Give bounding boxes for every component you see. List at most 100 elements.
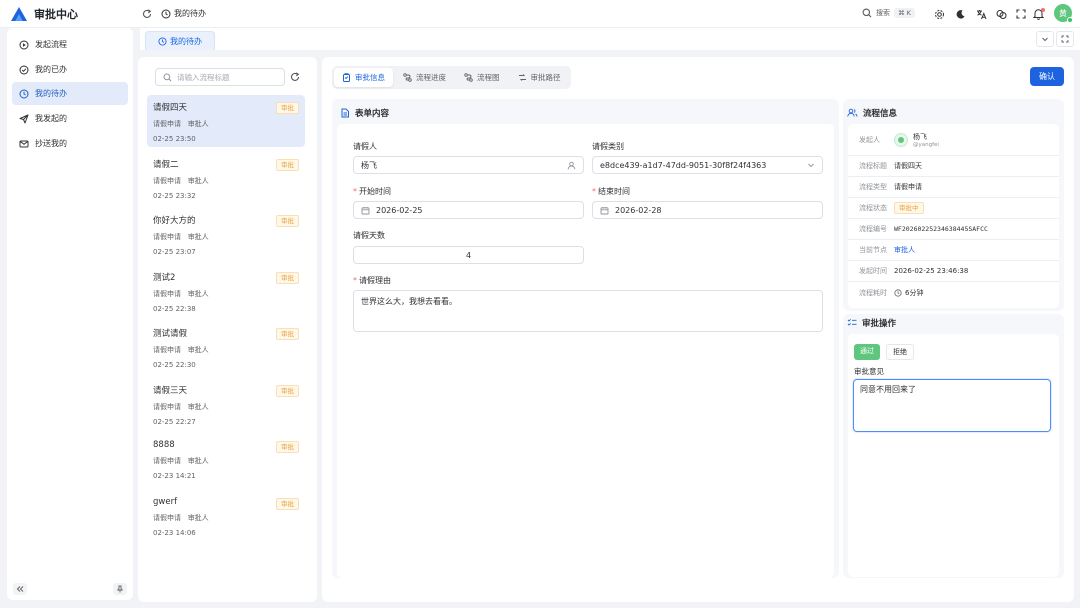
reason-value: 世界这么大，我想去看看。 [361, 297, 457, 306]
list-item[interactable]: 测试请假 请假申请 审批人 02-25 22:30 审批 [147, 321, 305, 373]
maximize-content-button[interactable] [1056, 31, 1074, 47]
info-value: 审批人 [894, 246, 915, 254]
tab-approval-path[interactable]: 审批路径 [510, 68, 569, 87]
applicant-field[interactable]: 杨飞 [353, 156, 584, 174]
pin-icon [116, 585, 124, 593]
opinion-label: 审批意见 [854, 367, 884, 376]
app-title: 审批中心 [34, 8, 78, 21]
tab-bar: 我的待办 [140, 28, 1080, 50]
opinion-textarea[interactable]: 同意不用回来了 [853, 379, 1051, 432]
search-input[interactable]: 请输入流程标题 [155, 68, 285, 86]
double-chevron-left-icon [16, 585, 24, 593]
search-trigger[interactable]: 搜索 ⌘ K [862, 8, 915, 18]
refresh-icon[interactable] [142, 9, 152, 19]
theme-palette-icon[interactable] [996, 9, 1007, 20]
end-time-label: 结束时间 [598, 187, 630, 196]
sidebar-item-todo[interactable]: 我的待办 [12, 82, 128, 105]
category-label: 请假类别 [592, 142, 624, 151]
todo-list-panel: 请输入流程标题 请假四天 请假申请 审批人 02-25 23:50 审批 请假二… [138, 57, 317, 602]
route-icon [464, 73, 473, 82]
status-badge: 审批 [276, 441, 299, 453]
list-item-time: 02-23 14:21 [153, 472, 196, 480]
list-item-role: 审批人 [187, 457, 209, 465]
info-value: 2026-02-25 23:46:38 [894, 267, 969, 275]
list-item[interactable]: 测试2 请假申请 审批人 02-25 22:38 审批 [147, 265, 305, 317]
tab-flow-chart[interactable]: 流程图 [456, 68, 508, 87]
list-item-type: 请假申请 [153, 346, 181, 354]
status-badge: 审批 [276, 102, 299, 114]
collapse-sidebar-button[interactable] [13, 583, 27, 595]
clock-icon [158, 36, 167, 46]
bell-icon[interactable] [1033, 8, 1045, 20]
search-icon [163, 72, 172, 82]
decision-toggle: 通过 拒绝 [854, 344, 914, 360]
list-item-type: 请假申请 [153, 177, 181, 185]
top-bar: 审批中心 我的待办 搜索 ⌘ K 黄 [0, 0, 1080, 28]
tab-flow-progress[interactable]: 流程进度 [395, 68, 454, 87]
tab-approval-info[interactable]: 审批信息 [334, 68, 393, 87]
tab-my-todo[interactable]: 我的待办 [145, 31, 215, 50]
route-icon [403, 73, 412, 82]
translate-icon[interactable] [976, 9, 987, 20]
reject-button[interactable]: 拒绝 [886, 344, 914, 360]
avatar[interactable]: 黄 [1054, 4, 1073, 23]
settings-icon[interactable] [934, 9, 945, 20]
status-badge: 审批中 [894, 202, 924, 214]
confirm-button[interactable]: 确认 [1030, 67, 1064, 86]
send-icon [19, 114, 29, 124]
clock-icon [894, 288, 902, 297]
status-badge: 审批 [276, 272, 299, 284]
sidebar-item-label: 抄送我的 [35, 139, 67, 148]
category-select[interactable]: e8dce439-a1d7-47dd-9051-30f8f24f4363 [592, 156, 823, 174]
tab-dropdown-button[interactable] [1036, 31, 1054, 47]
form-section: 表单内容 请假人 杨飞 请假类别 e8dce439-a1d7-47dd-9051… [332, 99, 839, 578]
detail-panel: 审批信息 流程进度 流程图 审批路径 确认 表单内容 请假人 杨飞 请假类别 e… [322, 57, 1074, 602]
pass-button[interactable]: 通过 [854, 344, 880, 360]
sidebar-item-cc[interactable]: 抄送我的 [12, 132, 128, 155]
sidebar-item-start-process[interactable]: 发起流程 [12, 33, 128, 56]
list-item[interactable]: 你好大方的 请假申请 审批人 02-25 23:07 审批 [147, 208, 305, 260]
users-icon [847, 108, 858, 118]
breadcrumb-current: 我的待办 [174, 9, 206, 18]
list-item-time: 02-25 22:27 [153, 418, 196, 426]
list-item-meta: 请假申请 审批人 [153, 232, 299, 242]
end-date-picker[interactable]: 2026-02-28 [592, 201, 823, 219]
list-item[interactable]: 请假二 请假申请 审批人 02-25 23:32 审批 [147, 152, 305, 204]
fullscreen-icon[interactable] [1016, 9, 1026, 19]
approval-header: 审批操作 [847, 317, 896, 329]
list-item-type: 请假申请 [153, 403, 181, 411]
list-item-role: 审批人 [187, 177, 209, 185]
days-label: 请假天数 [353, 231, 385, 240]
info-key: 流程耗时 [859, 288, 887, 297]
app-logo[interactable]: 审批中心 [10, 4, 78, 24]
sidebar-item-done[interactable]: 我的已办 [12, 58, 128, 81]
days-input[interactable]: 4 [353, 246, 584, 264]
list-item-time: 02-25 23:32 [153, 192, 196, 200]
start-date-picker[interactable]: 2026-02-25 [353, 201, 584, 219]
sidebar-item-initiated[interactable]: 我发起的 [12, 107, 128, 130]
reason-textarea[interactable]: 世界这么大，我想去看看。 [353, 290, 823, 332]
list-item-meta: 请假申请 审批人 [153, 456, 299, 466]
info-key: 发起时间 [859, 267, 887, 275]
expand-icon [1061, 35, 1069, 43]
list-item[interactable]: gwerf 请假申请 审批人 02-23 14:06 审批 [147, 491, 305, 543]
refresh-list-icon[interactable] [290, 72, 300, 82]
list-item[interactable]: 请假四天 请假申请 审批人 02-25 23:50 审批 [147, 95, 305, 147]
info-row-type: 流程类型 请假申请 [848, 177, 1059, 198]
tab-label: 我的待办 [170, 36, 202, 46]
moon-icon[interactable] [955, 9, 966, 20]
clipboard-icon [342, 73, 351, 82]
list-item[interactable]: 请假三天 请假申请 审批人 02-25 22:27 审批 [147, 378, 305, 430]
list-item-role: 审批人 [187, 290, 209, 298]
clock-icon [19, 89, 29, 99]
list-item-time: 02-25 22:30 [153, 361, 196, 369]
chevron-down-icon [1041, 35, 1049, 43]
list-item-type: 请假申请 [153, 290, 181, 298]
user-icon [567, 161, 576, 170]
list-item[interactable]: 8888 请假申请 审批人 02-23 14:21 审批 [147, 434, 305, 486]
tab-label: 流程进度 [416, 73, 446, 82]
tab-label: 审批信息 [355, 73, 385, 82]
start-time-label-wrap: * 开始时间 [353, 187, 391, 196]
opinion-value: 同意不用回来了 [860, 385, 916, 394]
pin-sidebar-button[interactable] [113, 583, 127, 595]
